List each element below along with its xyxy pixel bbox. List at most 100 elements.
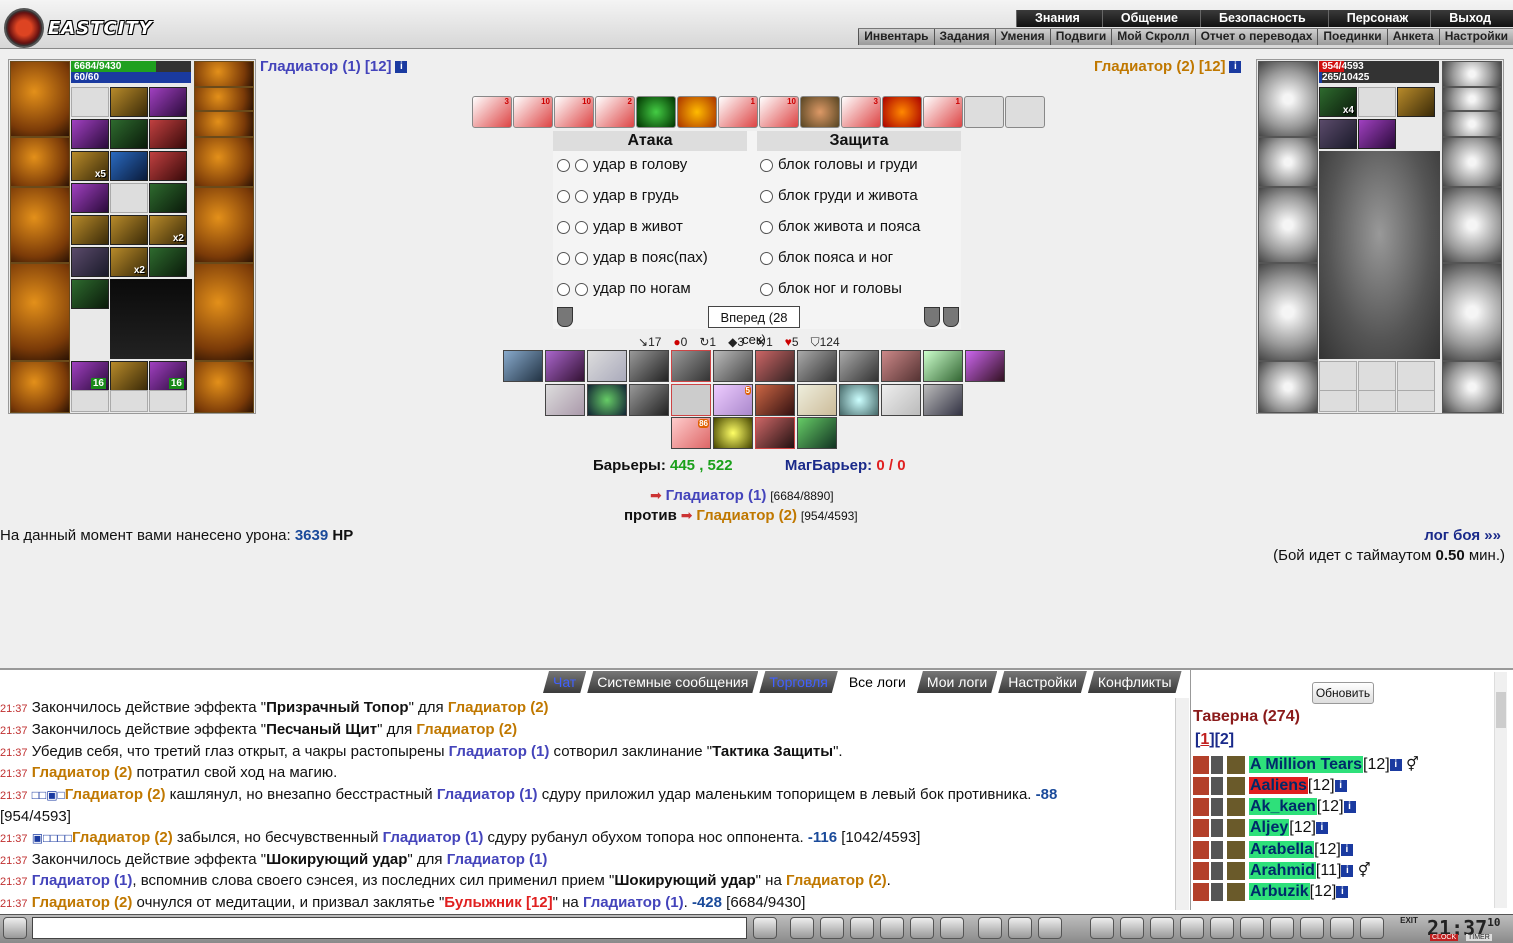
radio-button[interactable]: [760, 220, 773, 234]
block-legs-head-option[interactable]: блок ног и головы: [760, 273, 960, 304]
effect-icon-5[interactable]: [636, 96, 676, 128]
player2-title[interactable]: Гладиатор (2) [12] i: [1094, 58, 1242, 75]
empty-rune-slot-3[interactable]: [1397, 390, 1435, 412]
fish-item[interactable]: [110, 151, 148, 181]
gloves-slot[interactable]: [1442, 137, 1502, 187]
bag-item-3[interactable]: 16: [149, 361, 187, 391]
radio-button[interactable]: [575, 220, 588, 234]
scroll-item-1[interactable]: x5: [71, 151, 109, 181]
effect-icon-9[interactable]: [800, 96, 840, 128]
skill-icon-20[interactable]: [839, 384, 879, 416]
weapon-right-slot[interactable]: [194, 187, 254, 263]
menu-profile[interactable]: Анкета: [1386, 29, 1439, 45]
rings-slot[interactable]: [194, 111, 254, 137]
skill-icon-3[interactable]: [587, 350, 627, 382]
skill-icon-16[interactable]: [671, 384, 711, 416]
empty-rune-slot-2[interactable]: [110, 390, 148, 412]
gloves-slot[interactable]: [194, 137, 254, 187]
save-icon[interactable]: [850, 917, 874, 939]
rune-slot-2[interactable]: [1358, 361, 1396, 391]
chevron-item[interactable]: [71, 87, 109, 117]
skill-icon-23[interactable]: 86: [671, 417, 711, 449]
skill-icon-18[interactable]: [755, 384, 795, 416]
helmet-slot[interactable]: [10, 61, 70, 137]
radio-button[interactable]: [575, 282, 588, 296]
skill-icon-7[interactable]: [755, 350, 795, 382]
tab-all-logs[interactable]: Все логи: [839, 671, 916, 693]
bag-item-2[interactable]: [110, 361, 148, 391]
info-icon[interactable]: i: [1315, 822, 1328, 834]
effect-icon-6[interactable]: [677, 96, 717, 128]
radio-button[interactable]: [760, 251, 773, 265]
forward-button[interactable]: Вперед (28 сек): [708, 306, 800, 347]
bracers-slot[interactable]: [1258, 137, 1318, 187]
radio-button[interactable]: [557, 251, 570, 265]
info-icon[interactable]: i: [395, 61, 408, 74]
block-chest-belly-option[interactable]: блок груди и живота: [760, 180, 960, 211]
sword-icon[interactable]: [1120, 917, 1144, 939]
potion-item[interactable]: [149, 151, 187, 181]
bracers-slot[interactable]: [10, 137, 70, 187]
skill-icon-21[interactable]: [881, 384, 921, 416]
attack-chest-option[interactable]: удар в грудь: [557, 180, 752, 211]
exit-button[interactable]: EXIT: [1396, 916, 1422, 940]
beast-item[interactable]: x4: [1319, 87, 1357, 117]
clear-icon[interactable]: [790, 917, 814, 939]
info-icon[interactable]: i: [1341, 865, 1354, 877]
walk-icon[interactable]: [880, 917, 904, 939]
user-row[interactable]: Ak_kaen[12] i: [1193, 798, 1356, 819]
attack-head-option[interactable]: удар в голову: [557, 149, 752, 180]
percent-icon[interactable]: [910, 917, 934, 939]
ghost-icon[interactable]: [1330, 917, 1354, 939]
menu-skills[interactable]: Умения: [994, 29, 1050, 45]
tab-conflicts[interactable]: Конфликты: [1088, 671, 1182, 693]
rune-item[interactable]: [71, 119, 109, 149]
block-belt-legs-option[interactable]: блок пояса и ног: [760, 242, 960, 273]
amulet-item[interactable]: [149, 87, 187, 117]
empty-rune-slot-1[interactable]: [71, 390, 109, 412]
menu-transfer-report[interactable]: Отчет о переводах: [1194, 29, 1318, 45]
beast-item[interactable]: [149, 183, 187, 213]
user-name[interactable]: Arbuzik: [1249, 883, 1310, 901]
cross-item[interactable]: [110, 183, 148, 213]
rune-slot-3[interactable]: [1397, 361, 1435, 391]
radio-button[interactable]: [760, 158, 773, 172]
feather-item[interactable]: [71, 247, 109, 277]
skill-icon-14[interactable]: [587, 384, 627, 416]
legs-slot[interactable]: [194, 263, 254, 361]
necklace-slot[interactable]: [194, 87, 254, 111]
shield-toolbar-icon[interactable]: [1180, 917, 1204, 939]
effect-icon-8[interactable]: 10: [759, 96, 799, 128]
eastcity-logo[interactable]: EASTCITY: [4, 8, 184, 48]
player1-title[interactable]: Гладиатор (1) [12] i: [260, 58, 408, 75]
boots-slot[interactable]: [194, 361, 254, 413]
user-name[interactable]: A Million Tears: [1249, 756, 1364, 774]
rune-slot-1[interactable]: [1319, 361, 1357, 391]
menu-duels[interactable]: Поединки: [1317, 29, 1386, 45]
skill-icon-26[interactable]: [797, 417, 837, 449]
menu-exit[interactable]: Выход: [1430, 10, 1513, 27]
helmet-slot[interactable]: [1258, 61, 1318, 137]
skill-icon-12[interactable]: [965, 350, 1005, 382]
page-link-2[interactable]: 2: [1220, 731, 1229, 748]
earring-slot[interactable]: [194, 61, 254, 87]
menu-inventory[interactable]: Инвентарь: [858, 29, 933, 45]
bag-icon[interactable]: [1300, 917, 1324, 939]
battle-log-link[interactable]: лог боя »»: [1424, 527, 1501, 544]
skill-icon-24[interactable]: [713, 417, 753, 449]
moon-item[interactable]: x2: [110, 247, 148, 277]
weapon-left-slot[interactable]: [10, 187, 70, 263]
effect-icon-4[interactable]: 2: [595, 96, 635, 128]
info-icon[interactable]: i: [1229, 61, 1242, 74]
user-name[interactable]: Aljey: [1249, 819, 1290, 837]
skill-icon-11[interactable]: [923, 350, 963, 382]
player2-name[interactable]: Гладиатор (2) [12]: [1094, 58, 1226, 75]
belt-slot[interactable]: [10, 361, 70, 413]
orb-item[interactable]: [71, 183, 109, 213]
block-head-chest-option[interactable]: блок головы и груди: [760, 149, 960, 180]
info-icon[interactable]: i: [1340, 844, 1353, 856]
empty-rune-slot-3[interactable]: [149, 390, 187, 412]
flower-item[interactable]: [1358, 119, 1396, 149]
attack-legs-option[interactable]: удар по ногам: [557, 273, 752, 304]
menu-knowledge[interactable]: Знания: [1015, 10, 1102, 27]
